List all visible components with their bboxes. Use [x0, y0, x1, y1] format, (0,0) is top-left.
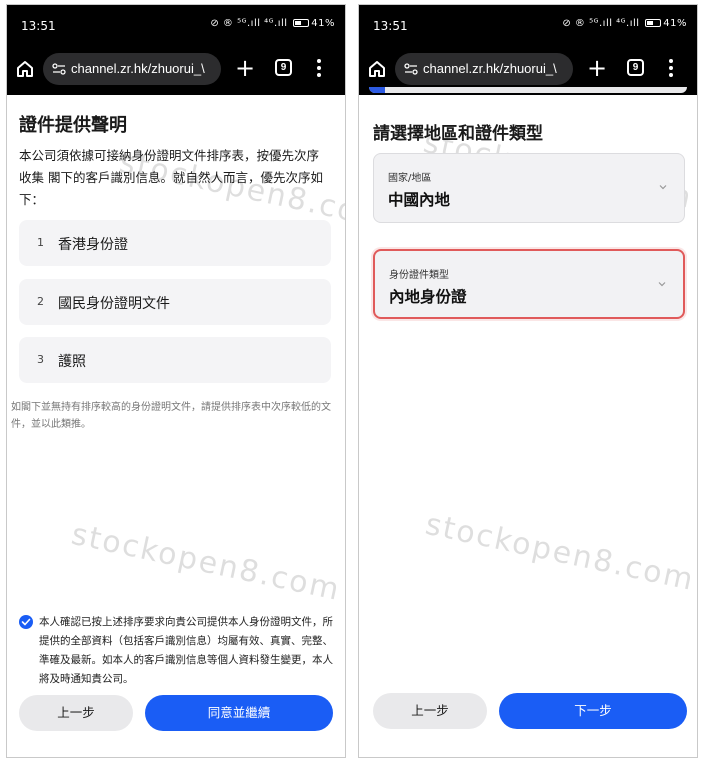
consent-text[interactable]: 本人確認已按上述排序要求向貴公司提供本人身份證明文件，所提供的全部資料（包括客戶…: [39, 613, 339, 689]
document-label: 國民身份證明文件: [58, 296, 170, 312]
battery-level: 41%: [663, 18, 687, 29]
battery-icon: [293, 19, 310, 27]
status-time: 13:51: [373, 19, 408, 33]
document-item: 1 香港身份證: [19, 220, 331, 266]
watermark: stockopen8.com: [68, 516, 344, 609]
next-button[interactable]: 下一步: [499, 693, 687, 729]
status-indicators: ⊘ ® ⁵ᴳ.ıll ⁴ᴳ.ıll 41%: [562, 18, 687, 29]
region-select[interactable]: 國家/地區 中國內地: [373, 153, 685, 223]
status-time: 13:51: [21, 19, 56, 33]
signal-indicators: ⊘ ® ⁵ᴳ.ıll ⁴ᴳ.ıll: [562, 18, 640, 29]
document-number: 3: [37, 353, 44, 366]
left-screen: 13:51 ⊘ ® ⁵ᴳ.ıll ⁴ᴳ.ıll 41% channel.zr.h…: [6, 4, 346, 758]
home-icon[interactable]: [367, 59, 387, 79]
address-bar[interactable]: channel.zr.hk/zhuorui_\: [395, 53, 573, 85]
signal-indicators: ⊘ ® ⁵ᴳ.ıll ⁴ᴳ.ıll: [210, 18, 288, 29]
id-type-label: 身份證件類型: [389, 270, 449, 281]
document-label: 香港身份證: [58, 237, 128, 253]
status-bar: 13:51 ⊘ ® ⁵ᴳ.ıll ⁴ᴳ.ıll 41%: [359, 5, 697, 45]
chevron-down-icon: [659, 185, 667, 190]
address-bar[interactable]: channel.zr.hk/zhuorui_\: [43, 53, 221, 85]
status-indicators: ⊘ ® ⁵ᴳ.ıll ⁴ᴳ.ıll 41%: [210, 18, 335, 29]
page-title: 請選擇地區和證件類型: [373, 124, 543, 144]
new-tab-icon[interactable]: +: [235, 54, 255, 82]
region-label: 國家/地區: [388, 173, 432, 184]
document-item: 2 國民身份證明文件: [19, 279, 331, 325]
home-icon[interactable]: [15, 59, 35, 79]
more-menu-icon[interactable]: [669, 59, 673, 79]
status-bar: 13:51 ⊘ ® ⁵ᴳ.ıll ⁴ᴳ.ıll 41%: [7, 5, 345, 45]
more-menu-icon[interactable]: [317, 59, 321, 79]
back-button[interactable]: 上一步: [373, 693, 487, 729]
document-label: 護照: [58, 354, 86, 370]
document-number: 2: [37, 295, 44, 308]
battery-icon: [645, 19, 662, 27]
site-settings-icon[interactable]: [404, 62, 418, 76]
progress-bar: [369, 87, 687, 93]
url-text: channel.zr.hk/zhuorui_\: [423, 61, 557, 76]
url-text: channel.zr.hk/zhuorui_\: [71, 61, 205, 76]
browser-toolbar: channel.zr.hk/zhuorui_\ + 9: [7, 45, 345, 95]
id-type-select[interactable]: 身份證件類型 內地身份證: [373, 249, 685, 319]
new-tab-icon[interactable]: +: [587, 54, 607, 82]
region-value: 中國內地: [388, 191, 451, 209]
page-title: 證件提供聲明: [19, 115, 127, 136]
agree-continue-button[interactable]: 同意並繼續: [145, 695, 333, 731]
chevron-down-icon: [658, 282, 666, 287]
document-number: 1: [37, 236, 44, 249]
right-screen: 13:51 ⊘ ® ⁵ᴳ.ıll ⁴ᴳ.ıll 41% channel.zr.h…: [358, 4, 698, 758]
progress-fill: [369, 87, 385, 93]
watermark: stockopen8.com: [422, 506, 698, 599]
checkbox-checked-icon[interactable]: [19, 615, 33, 629]
battery-level: 41%: [311, 18, 335, 29]
tab-count-icon[interactable]: 9: [627, 59, 644, 76]
site-settings-icon[interactable]: [52, 62, 66, 76]
id-type-value: 內地身份證: [389, 288, 467, 306]
back-button[interactable]: 上一步: [19, 695, 133, 731]
intro-text: 本公司須依據可接納身份證明文件排序表，按優先次序收集 閣下的客戶識別信息。就自然…: [19, 148, 323, 207]
tab-count-icon[interactable]: 9: [275, 59, 292, 76]
document-item: 3 護照: [19, 337, 331, 383]
fallback-note: 如閣下並無持有排序較高的身份證明文件，請提供排序表中次序較低的文件，並以此類推。: [11, 402, 331, 430]
